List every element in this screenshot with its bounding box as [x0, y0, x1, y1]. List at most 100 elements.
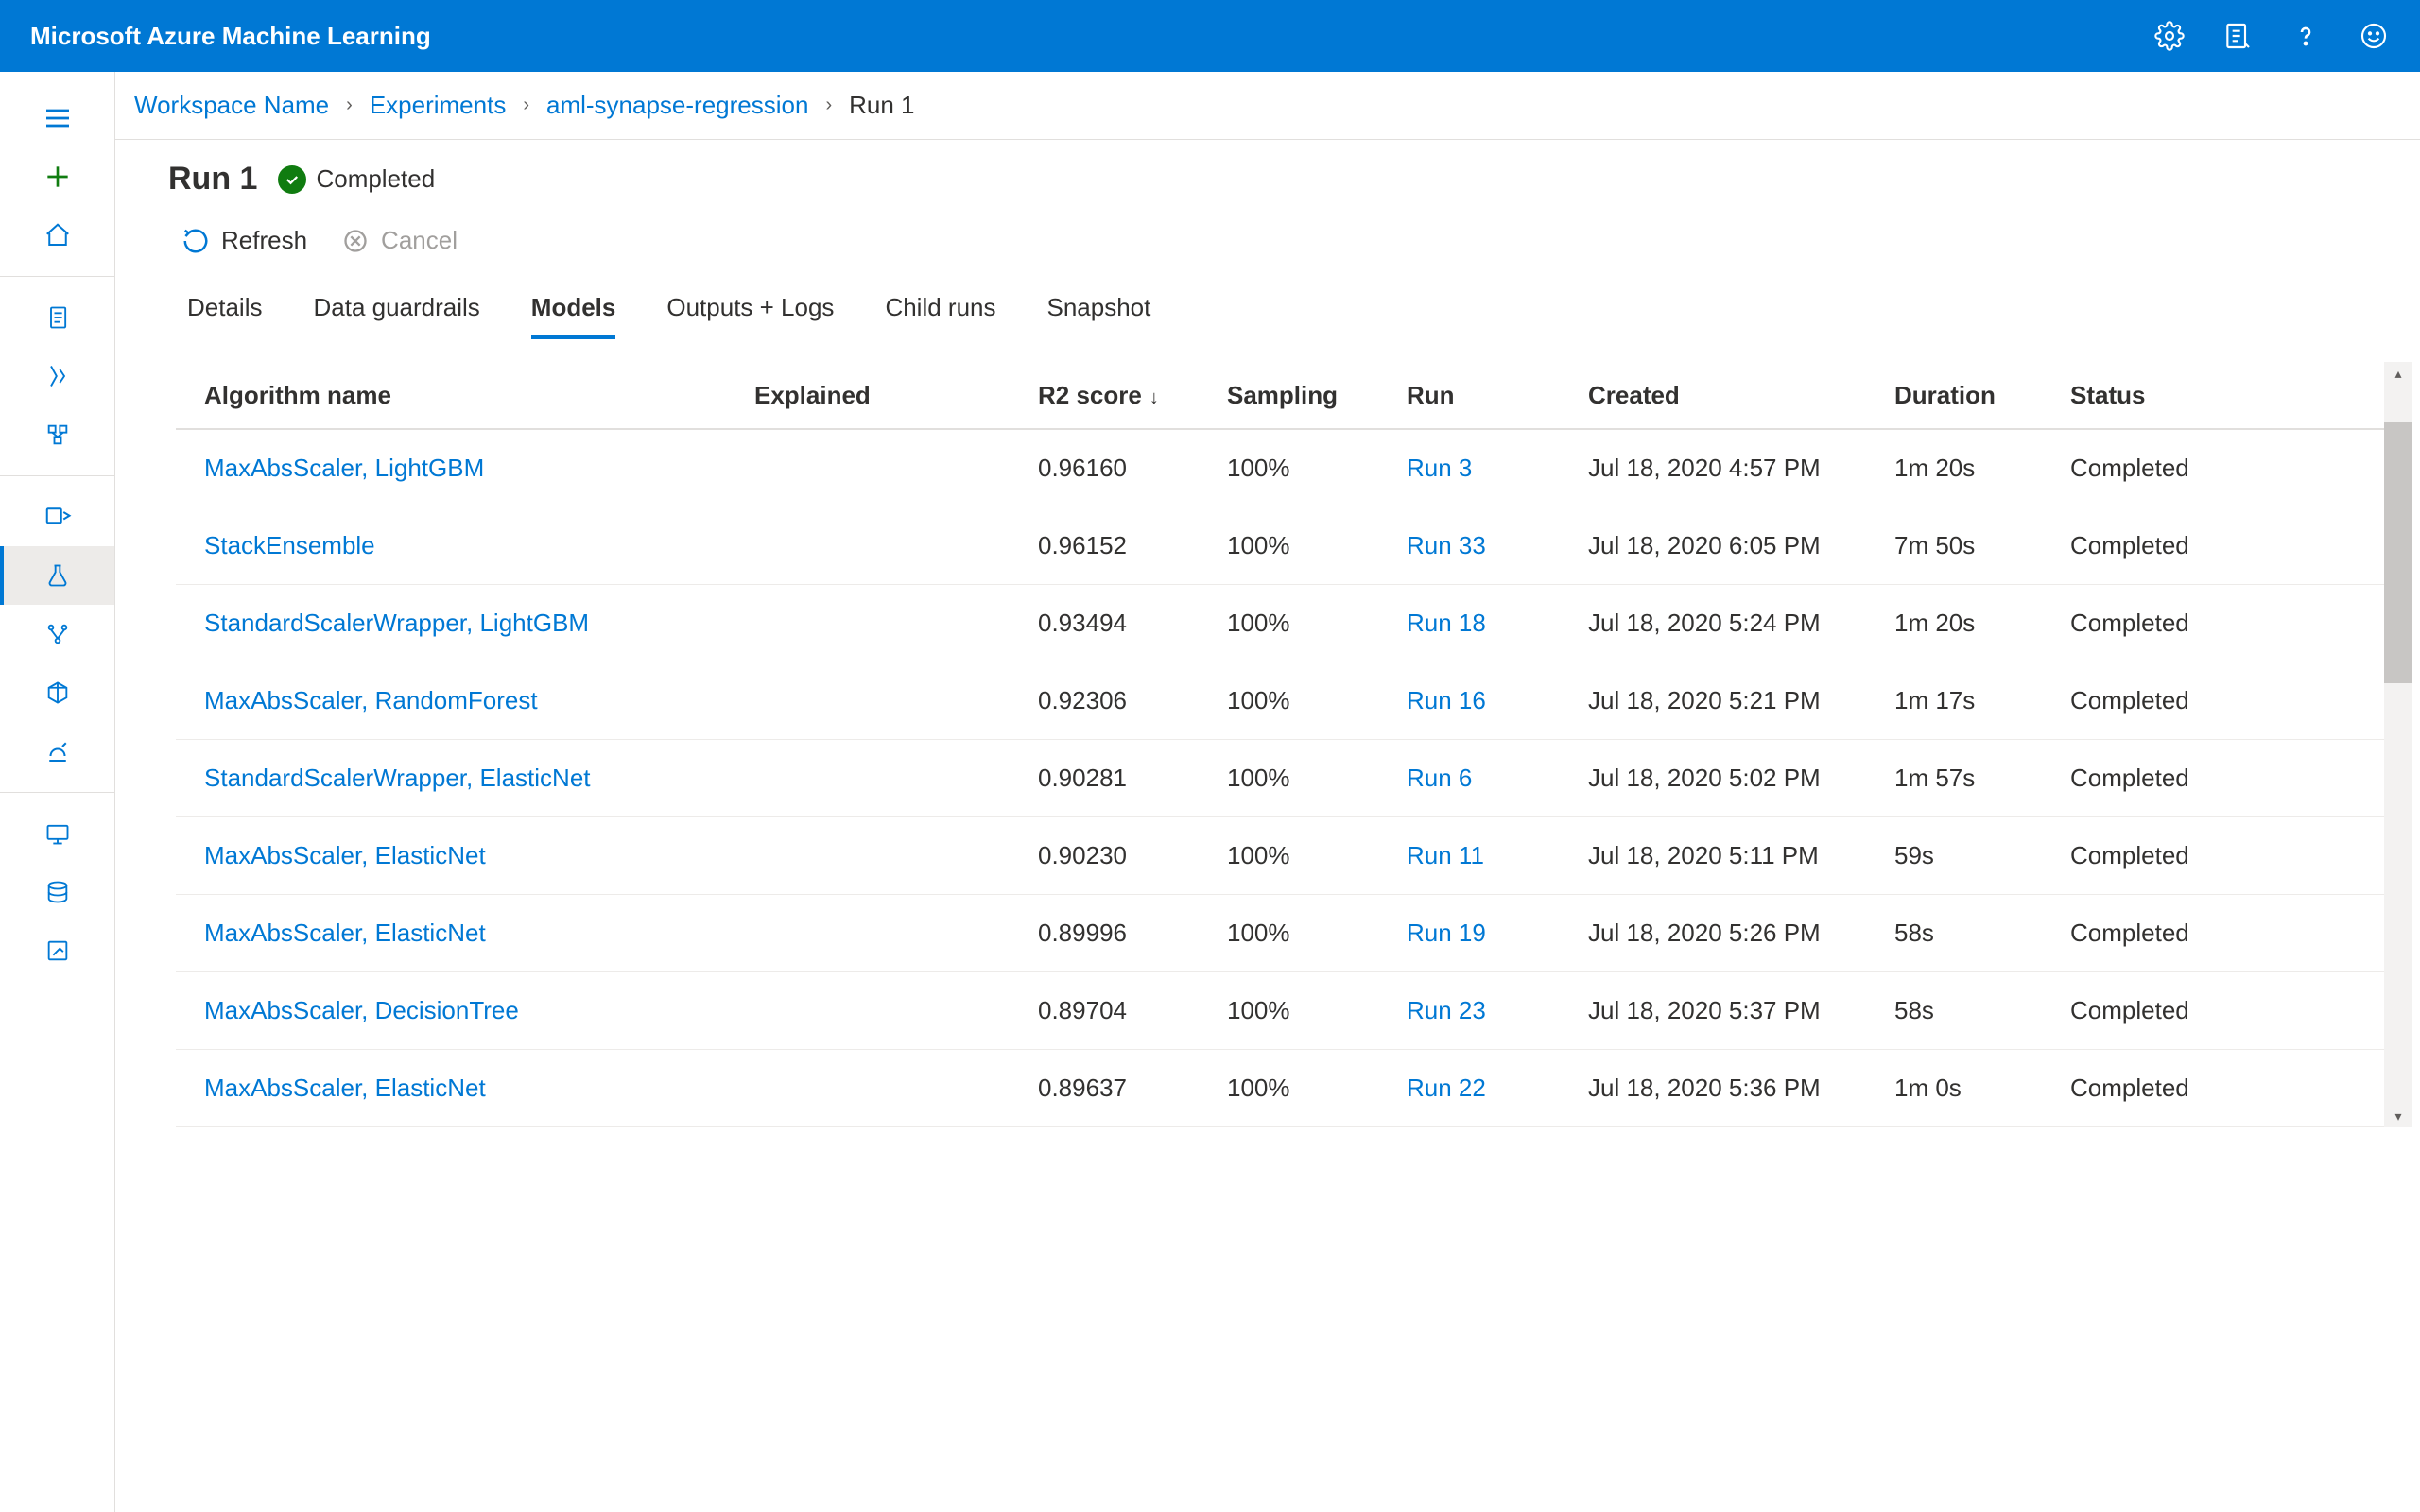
table-row[interactable]: StackEnsemble0.96152100%Run 33Jul 18, 20… — [176, 507, 2384, 585]
table-row[interactable]: MaxAbsScaler, ElasticNet0.89637100%Run 2… — [176, 1050, 2384, 1127]
main-content: Workspace Name› Experiments › aml-synaps… — [115, 72, 2420, 1512]
algorithm-link[interactable]: StackEnsemble — [187, 531, 754, 560]
rail-pipelines[interactable] — [0, 605, 114, 663]
tab-models[interactable]: Models — [531, 293, 616, 339]
rail-experiments[interactable] — [0, 546, 114, 605]
status-cell: Completed — [2070, 996, 2231, 1025]
col-status[interactable]: Status — [2070, 381, 2231, 410]
run-link[interactable]: Run 23 — [1407, 996, 1588, 1025]
duration-cell: 59s — [1894, 841, 2070, 870]
top-bar: Microsoft Azure Machine Learning — [0, 0, 2420, 72]
created-cell: Jul 18, 2020 5:26 PM — [1588, 919, 1894, 948]
table-row[interactable]: MaxAbsScaler, RandomForest0.92306100%Run… — [176, 662, 2384, 740]
r2-cell: 0.89637 — [1038, 1074, 1227, 1103]
table-row[interactable]: MaxAbsScaler, ElasticNet0.89996100%Run 1… — [176, 895, 2384, 972]
run-link[interactable]: Run 16 — [1407, 686, 1588, 715]
algorithm-link[interactable]: MaxAbsScaler, ElasticNet — [187, 919, 754, 948]
rail-divider — [0, 475, 114, 476]
scroll-up-icon[interactable]: ▴ — [2384, 362, 2412, 385]
rail-labeling[interactable] — [0, 921, 114, 980]
table-row[interactable]: MaxAbsScaler, DecisionTree0.89704100%Run… — [176, 972, 2384, 1050]
col-algorithm[interactable]: Algorithm name — [187, 381, 754, 410]
refresh-button[interactable]: Refresh — [182, 226, 307, 255]
smile-icon[interactable] — [2358, 20, 2390, 52]
algorithm-link[interactable]: MaxAbsScaler, RandomForest — [187, 686, 754, 715]
check-circle-icon — [278, 165, 306, 194]
sort-down-icon: ↓ — [1150, 387, 1159, 408]
duration-cell: 1m 0s — [1894, 1074, 2070, 1103]
table-row[interactable]: MaxAbsScaler, LightGBM0.96160100%Run 3Ju… — [176, 430, 2384, 507]
col-run[interactable]: Run — [1407, 381, 1588, 410]
table-header: Algorithm name Explained R2 score↓ Sampl… — [176, 362, 2384, 430]
scroll-thumb[interactable] — [2384, 422, 2412, 683]
algorithm-link[interactable]: StandardScalerWrapper, ElasticNet — [187, 764, 754, 793]
tab-guardrails[interactable]: Data guardrails — [313, 293, 479, 339]
checklist-icon[interactable] — [2221, 20, 2254, 52]
created-cell: Jul 18, 2020 6:05 PM — [1588, 531, 1894, 560]
scroll-down-icon[interactable]: ▾ — [2384, 1105, 2412, 1127]
col-r2-score[interactable]: R2 score↓ — [1038, 381, 1227, 410]
rail-datasets[interactable] — [0, 488, 114, 546]
tab-child-runs[interactable]: Child runs — [885, 293, 995, 339]
rail-compute[interactable] — [0, 804, 114, 863]
created-cell: Jul 18, 2020 5:11 PM — [1588, 841, 1894, 870]
run-link[interactable]: Run 22 — [1407, 1074, 1588, 1103]
duration-cell: 7m 50s — [1894, 531, 2070, 560]
rail-automl[interactable] — [0, 347, 114, 405]
tab-outputs[interactable]: Outputs + Logs — [666, 293, 834, 339]
refresh-icon — [182, 227, 210, 255]
r2-cell: 0.90230 — [1038, 841, 1227, 870]
cancel-icon — [341, 227, 370, 255]
sampling-cell: 100% — [1227, 454, 1407, 483]
sampling-cell: 100% — [1227, 764, 1407, 793]
rail-notebooks[interactable] — [0, 288, 114, 347]
run-link[interactable]: Run 6 — [1407, 764, 1588, 793]
col-created[interactable]: Created — [1588, 381, 1894, 410]
rail-datastores[interactable] — [0, 863, 114, 921]
algorithm-link[interactable]: MaxAbsScaler, ElasticNet — [187, 841, 754, 870]
algorithm-link[interactable]: MaxAbsScaler, DecisionTree — [187, 996, 754, 1025]
run-link[interactable]: Run 11 — [1407, 841, 1588, 870]
top-bar-actions — [2153, 20, 2390, 52]
status-cell: Completed — [2070, 531, 2231, 560]
rail-models[interactable] — [0, 663, 114, 722]
breadcrumb-workspace[interactable]: Workspace Name — [134, 91, 329, 120]
run-link[interactable]: Run 3 — [1407, 454, 1588, 483]
breadcrumb-experiments[interactable]: Experiments — [370, 91, 507, 120]
status-label: Completed — [316, 164, 435, 194]
rail-designer[interactable] — [0, 405, 114, 464]
vertical-scrollbar[interactable]: ▴ ▾ — [2384, 362, 2412, 1127]
r2-cell: 0.93494 — [1038, 609, 1227, 638]
rail-home[interactable] — [0, 206, 114, 265]
gear-icon[interactable] — [2153, 20, 2186, 52]
table-row[interactable]: StandardScalerWrapper, LightGBM0.9349410… — [176, 585, 2384, 662]
rail-divider — [0, 276, 114, 277]
algorithm-link[interactable]: MaxAbsScaler, LightGBM — [187, 454, 754, 483]
tabs: Details Data guardrails Models Outputs +… — [115, 278, 2420, 339]
duration-cell: 1m 17s — [1894, 686, 2070, 715]
algorithm-link[interactable]: StandardScalerWrapper, LightGBM — [187, 609, 754, 638]
run-link[interactable]: Run 19 — [1407, 919, 1588, 948]
run-link[interactable]: Run 33 — [1407, 531, 1588, 560]
rail-new[interactable] — [0, 147, 114, 206]
breadcrumb-experiment-name[interactable]: aml-synapse-regression — [546, 91, 808, 120]
tab-details[interactable]: Details — [187, 293, 262, 339]
status-cell: Completed — [2070, 919, 2231, 948]
col-explained[interactable]: Explained — [754, 381, 1038, 410]
col-duration[interactable]: Duration — [1894, 381, 2070, 410]
help-icon[interactable] — [2290, 20, 2322, 52]
run-link[interactable]: Run 18 — [1407, 609, 1588, 638]
status-badge: Completed — [278, 164, 435, 194]
cancel-label: Cancel — [381, 226, 458, 255]
col-sampling[interactable]: Sampling — [1227, 381, 1407, 410]
rail-menu-toggle[interactable] — [0, 89, 114, 147]
algorithm-link[interactable]: MaxAbsScaler, ElasticNet — [187, 1074, 754, 1103]
sampling-cell: 100% — [1227, 531, 1407, 560]
table-row[interactable]: StandardScalerWrapper, ElasticNet0.90281… — [176, 740, 2384, 817]
left-rail — [0, 72, 115, 1512]
chevron-right-icon: › — [523, 94, 529, 116]
table-row[interactable]: MaxAbsScaler, ElasticNet0.90230100%Run 1… — [176, 817, 2384, 895]
rail-endpoints[interactable] — [0, 722, 114, 781]
tab-snapshot[interactable]: Snapshot — [1047, 293, 1151, 339]
breadcrumb-current: Run 1 — [849, 91, 914, 120]
